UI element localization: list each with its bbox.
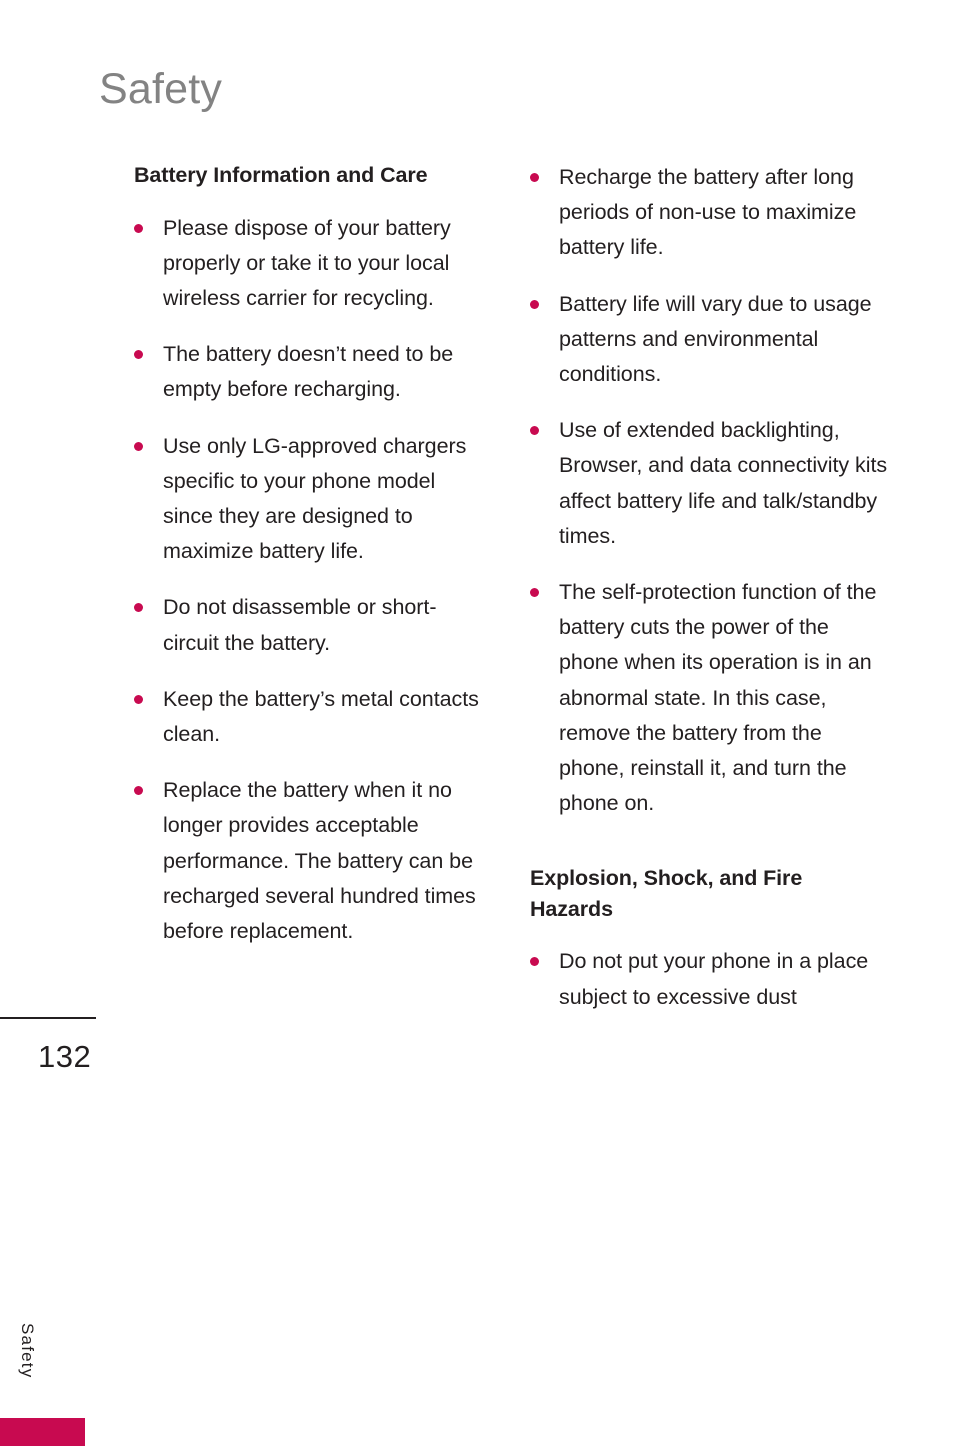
list-item: Do not disassemble or short-circuit the … bbox=[134, 590, 489, 660]
list-item: Keep the battery’s metal contacts clean. bbox=[134, 682, 489, 752]
side-chapter-tab: Safety bbox=[0, 655, 96, 1446]
section-heading-battery-information-and-care: Battery Information and Care bbox=[134, 163, 428, 187]
right-column-bullet-list-bottom: Do not put your phone in a place subject… bbox=[530, 944, 890, 1014]
list-item: Recharge the battery after long periods … bbox=[530, 160, 890, 266]
list-item: Battery life will vary due to usage patt… bbox=[530, 287, 890, 393]
list-item: Do not put your phone in a place subject… bbox=[530, 944, 890, 1014]
list-item: Use of extended backlighting, Browser, a… bbox=[530, 413, 890, 554]
side-tab-color-block bbox=[0, 1418, 85, 1446]
list-item: Replace the battery when it no longer pr… bbox=[134, 773, 489, 949]
list-item: Use only LG-approved chargers specific t… bbox=[134, 429, 489, 570]
page-title: Safety bbox=[99, 65, 223, 113]
list-item: Please dispose of your battery properly … bbox=[134, 211, 489, 317]
section-heading-explosion-shock-and-fire-hazards: Explosion, Shock, and Fire Hazards bbox=[530, 866, 803, 921]
side-tab-label: Safety bbox=[18, 1323, 37, 1379]
left-column: Battery Information and Care Please disp… bbox=[134, 160, 489, 949]
list-item: The battery doesn’t need to be empty bef… bbox=[134, 337, 489, 407]
left-column-bullet-list: Please dispose of your battery properly … bbox=[134, 211, 489, 950]
right-column: Recharge the battery after long periods … bbox=[530, 160, 890, 1036]
page-number: 132 bbox=[38, 1039, 92, 1074]
footer-divider bbox=[0, 1017, 96, 1019]
list-item: The self-protection function of the batt… bbox=[530, 575, 890, 821]
right-column-bullet-list-top: Recharge the battery after long periods … bbox=[530, 160, 890, 821]
